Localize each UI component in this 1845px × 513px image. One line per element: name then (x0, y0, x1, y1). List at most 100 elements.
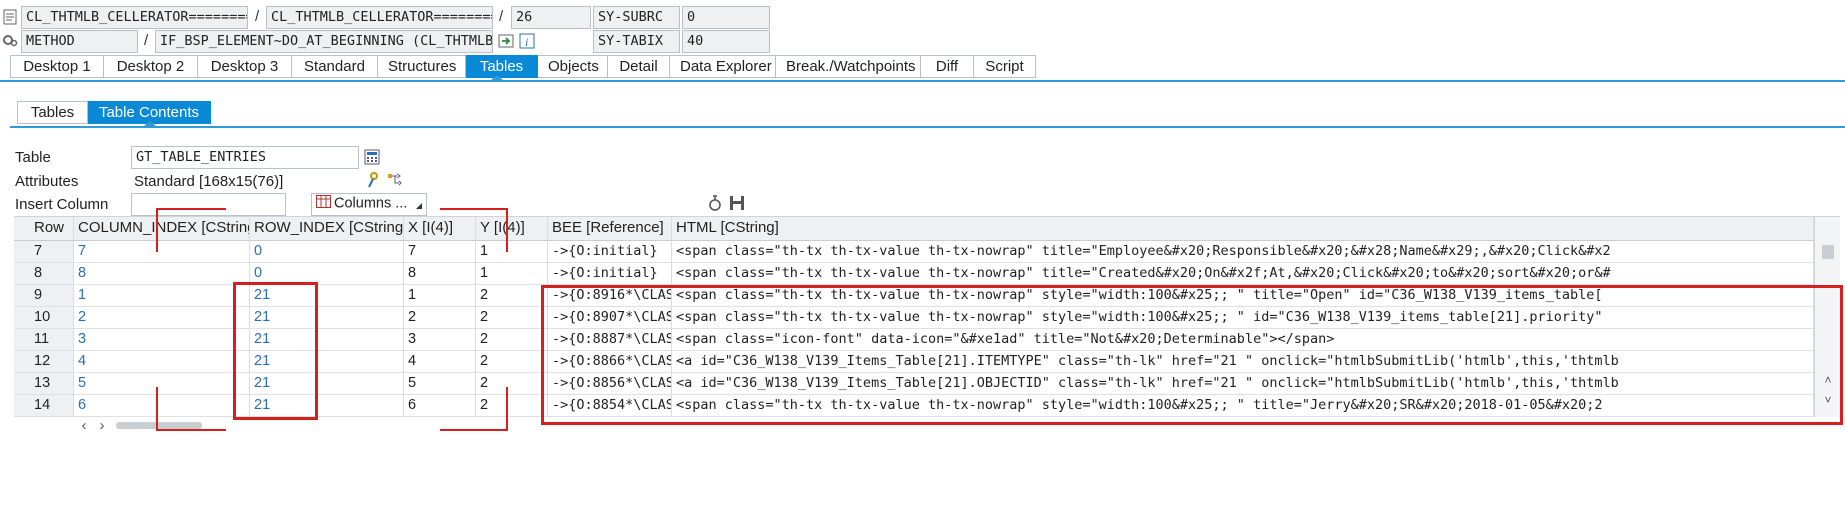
scroll-down-icon[interactable]: ˅ (1821, 393, 1835, 407)
header-row-index[interactable]: ROW_INDEX [CString] (250, 217, 404, 241)
tab-desktop-1[interactable]: Desktop 1 (10, 55, 104, 78)
tab-data-explorer[interactable]: Data Explorer (670, 55, 776, 78)
columns-button[interactable]: Columns ... (311, 193, 427, 216)
cell-column-index[interactable]: 4 (74, 351, 250, 373)
cell-x[interactable]: 8 (404, 263, 476, 285)
attributes-label: Attributes (15, 173, 79, 190)
cell-column-index[interactable]: 8 (74, 263, 250, 285)
header-row[interactable]: Row (14, 217, 74, 241)
cell-column-index[interactable]: 1 (74, 285, 250, 307)
cell-row-index[interactable]: 21 (250, 285, 404, 307)
info-icon[interactable]: i (518, 31, 536, 51)
tab-break-watchpoints[interactable]: Break./Watchpoints (776, 55, 921, 78)
vertical-scrollbar[interactable]: ˄ ˅ (1814, 217, 1840, 417)
cell-row-index[interactable]: 21 (250, 373, 404, 395)
cell-html[interactable]: <span class="th-tx th-tx-value th-tx-now… (672, 285, 1814, 307)
tab-desktop-2[interactable]: Desktop 2 (104, 55, 198, 78)
table-row[interactable]: 9 1 21 1 2 ->{O:8916*\CLAS… <span class="th-tx… (14, 285, 1814, 307)
cell-row-index[interactable]: 21 (250, 395, 404, 417)
cell-html[interactable]: <span class="th-tx th-tx-value th-tx-now… (672, 241, 1814, 263)
horizontal-scrollbar[interactable]: ‹ › (74, 417, 254, 434)
search-icon[interactable] (706, 193, 724, 213)
cell-x[interactable]: 3 (404, 329, 476, 351)
cell-bee[interactable]: ->{O:initial} (548, 263, 672, 285)
cell-html[interactable]: <a id="C36_W138_V139_Items_Table[21].ITE… (672, 351, 1814, 373)
include-class-field[interactable]: CL_THTMLB_CELLERATOR=========… (266, 6, 493, 29)
scroll-up-icon[interactable]: ˄ (1821, 373, 1835, 387)
tab-objects[interactable]: Objects (538, 55, 608, 78)
table-row[interactable]: 13 5 21 5 2 ->{O:8856*\CLAS… <a id="C36_W138_V… (14, 373, 1814, 395)
header-column-index[interactable]: COLUMN_INDEX [CString] (74, 217, 250, 241)
cell-y[interactable]: 2 (476, 351, 548, 373)
cell-row-index[interactable]: 21 (250, 329, 404, 351)
table-name-input[interactable]: GT_TABLE_ENTRIES (131, 146, 359, 169)
cell-html[interactable]: <span class="th-tx th-tx-value th-tx-now… (672, 395, 1814, 417)
cell-row-index[interactable]: 0 (250, 263, 404, 285)
cell-bee[interactable]: ->{O:8854*\CLAS… (548, 395, 672, 417)
cell-column-index[interactable]: 2 (74, 307, 250, 329)
table-row[interactable]: 7 7 0 7 1 ->{O:initial} <span class="th-tx th-… (14, 241, 1814, 263)
scroll-right-icon[interactable]: › (96, 417, 108, 434)
cell-x[interactable]: 4 (404, 351, 476, 373)
cell-row-index[interactable]: 21 (250, 307, 404, 329)
table-row[interactable]: 11 3 21 3 2 ->{O:8887*\CLAS… <span class="icon… (14, 329, 1814, 351)
navigate-icon[interactable] (497, 31, 515, 51)
cell-x[interactable]: 5 (404, 373, 476, 395)
cell-html[interactable]: <span class="icon-font" data-icon="&#xe1… (672, 329, 1814, 351)
scroll-left-icon[interactable]: ‹ (78, 417, 90, 434)
header-html[interactable]: HTML [CString] (672, 217, 1814, 241)
tab-structures[interactable]: Structures (378, 55, 466, 78)
header-bee[interactable]: BEE [Reference] (548, 217, 672, 241)
cell-bee[interactable]: ->{O:initial} (548, 241, 672, 263)
tab-detail[interactable]: Detail (608, 55, 670, 78)
table-row[interactable]: 8 8 0 8 1 ->{O:initial} <span class="th-tx th-… (14, 263, 1814, 285)
cell-x[interactable]: 6 (404, 395, 476, 417)
cell-column-index[interactable]: 3 (74, 329, 250, 351)
cell-html[interactable]: <a id="C36_W138_V139_Items_Table[21].OBJ… (672, 373, 1814, 395)
tab-tables-list[interactable]: Tables (17, 101, 88, 124)
cell-y[interactable]: 2 (476, 329, 548, 351)
cell-bee[interactable]: ->{O:8866*\CLAS… (548, 351, 672, 373)
calculator-icon[interactable] (362, 147, 382, 167)
program-class-field[interactable]: CL_THTMLB_CELLERATOR=========… (21, 6, 248, 29)
cell-column-index[interactable]: 5 (74, 373, 250, 395)
cell-row-index[interactable]: 21 (250, 351, 404, 373)
save-icon[interactable] (728, 194, 746, 212)
cell-y[interactable]: 2 (476, 285, 548, 307)
table-row[interactable]: 12 4 21 4 2 ->{O:8866*\CLAS… <a id="C36_W138_V… (14, 351, 1814, 373)
cell-x[interactable]: 2 (404, 307, 476, 329)
tab-script[interactable]: Script (974, 55, 1036, 78)
cell-bee[interactable]: ->{O:8907*\CLAS… (548, 307, 672, 329)
annotation-line (440, 208, 508, 210)
horizontal-scroll-thumb[interactable] (116, 422, 202, 429)
cell-y[interactable]: 2 (476, 373, 548, 395)
insert-column-label: Insert Column (15, 196, 109, 213)
tab-desktop-3[interactable]: Desktop 3 (198, 55, 292, 78)
cell-row-index[interactable]: 0 (250, 241, 404, 263)
table-row[interactable]: 10 2 21 2 2 ->{O:8907*\CLAS… <span class="th-t… (14, 307, 1814, 329)
cell-x[interactable]: 7 (404, 241, 476, 263)
cell-y[interactable]: 1 (476, 241, 548, 263)
cell-y[interactable]: 2 (476, 307, 548, 329)
cell-html[interactable]: <span class="th-tx th-tx-value th-tx-now… (672, 307, 1814, 329)
attributes-tree-icon[interactable] (386, 170, 404, 190)
header-y[interactable]: Y [I(4)] (476, 217, 548, 241)
table-row[interactable]: 14 6 21 6 2 ->{O:8854*\CLAS… <span class="th-t… (14, 395, 1814, 417)
cell-html[interactable]: <span class="th-tx th-tx-value th-tx-now… (672, 263, 1814, 285)
tab-standard[interactable]: Standard (292, 55, 378, 78)
cell-bee[interactable]: ->{O:8887*\CLAS… (548, 329, 672, 351)
cell-bee[interactable]: ->{O:8856*\CLAS… (548, 373, 672, 395)
cell-x[interactable]: 1 (404, 285, 476, 307)
cell-bee[interactable]: ->{O:8916*\CLAS… (548, 285, 672, 307)
tab-diff[interactable]: Diff (921, 55, 974, 78)
attributes-key-icon[interactable] (364, 170, 382, 190)
cell-column-index[interactable]: 7 (74, 241, 250, 263)
method-name-field[interactable]: IF_BSP_ELEMENT~DO_AT_BEGINNING (CL_THTML… (155, 30, 493, 53)
vertical-scroll-thumb[interactable] (1822, 245, 1834, 259)
cell-y[interactable]: 2 (476, 395, 548, 417)
insert-column-input[interactable] (131, 193, 286, 216)
cell-y[interactable]: 1 (476, 263, 548, 285)
cell-column-index[interactable]: 6 (74, 395, 250, 417)
header-x[interactable]: X [I(4)] (404, 217, 476, 241)
line-number-field[interactable]: 26 (511, 6, 591, 29)
